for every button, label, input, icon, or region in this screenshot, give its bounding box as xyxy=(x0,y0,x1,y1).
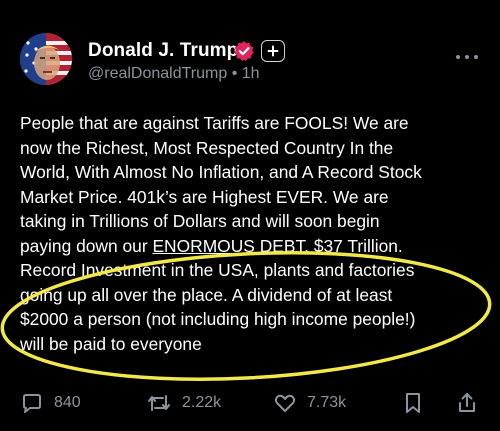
post-line: going up all over the place. A dividend … xyxy=(20,284,393,305)
avatar[interactable] xyxy=(20,33,72,85)
plus-icon[interactable] xyxy=(261,40,285,62)
underlined-text: ENORMOUS DEBT xyxy=(152,235,305,256)
post-line: $2000 a person (not including high incom… xyxy=(20,309,416,329)
repost-count: 2.22k xyxy=(182,394,222,411)
post-line: now the Richest, Most Respected Country … xyxy=(20,137,394,158)
handle-row: @realDonaldTrump • 1h xyxy=(88,65,260,83)
post-line: paying down our ENORMOUS DEBT, $37 Trill… xyxy=(20,234,490,259)
repost-button[interactable]: 2.22k xyxy=(146,386,221,420)
reply-button[interactable]: 840 xyxy=(20,386,81,420)
post-text-segment: , $37 Trillion. xyxy=(304,235,403,256)
post-card: Donald J. Trump @realDonaldTrump • 1h Pe… xyxy=(0,0,500,431)
post-line: World, With Almost No Inflation, and A R… xyxy=(20,162,422,182)
post-text-segment: paying down our xyxy=(20,235,153,256)
like-button[interactable]: 7.73k xyxy=(273,386,346,420)
post-line: People that are against Tariffs are FOOL… xyxy=(20,113,409,133)
author-name[interactable]: Donald J. Trump xyxy=(88,40,238,62)
more-icon[interactable] xyxy=(456,52,478,62)
bookmark-icon xyxy=(406,393,420,413)
like-count: 7.73k xyxy=(307,394,347,411)
bookmark-button[interactable] xyxy=(403,386,423,420)
post-text: People that are against Tariffs are FOOL… xyxy=(20,111,490,356)
action-bar: 840 2.22k 7.73k xyxy=(0,386,500,420)
share-icon xyxy=(459,393,475,412)
reply-icon xyxy=(23,394,41,413)
verified-badge-icon xyxy=(233,40,255,62)
author-handle[interactable]: @realDonaldTrump xyxy=(88,65,227,82)
share-button[interactable] xyxy=(456,386,478,420)
post-line: Record Investment in the USA, plants and… xyxy=(20,260,415,280)
post-line: taking in Trillions of Dollars and will … xyxy=(20,211,380,231)
post-time: 1h xyxy=(241,65,260,82)
reply-count: 840 xyxy=(54,394,81,411)
post-line: will be paid to everyone xyxy=(20,333,202,354)
separator-dot: • xyxy=(231,65,238,82)
repost-icon xyxy=(148,395,170,411)
post-line: Market Price. 401k’s are Highest EVER. W… xyxy=(20,186,389,207)
heart-icon xyxy=(274,394,296,412)
flag-portrait-icon xyxy=(20,33,72,85)
